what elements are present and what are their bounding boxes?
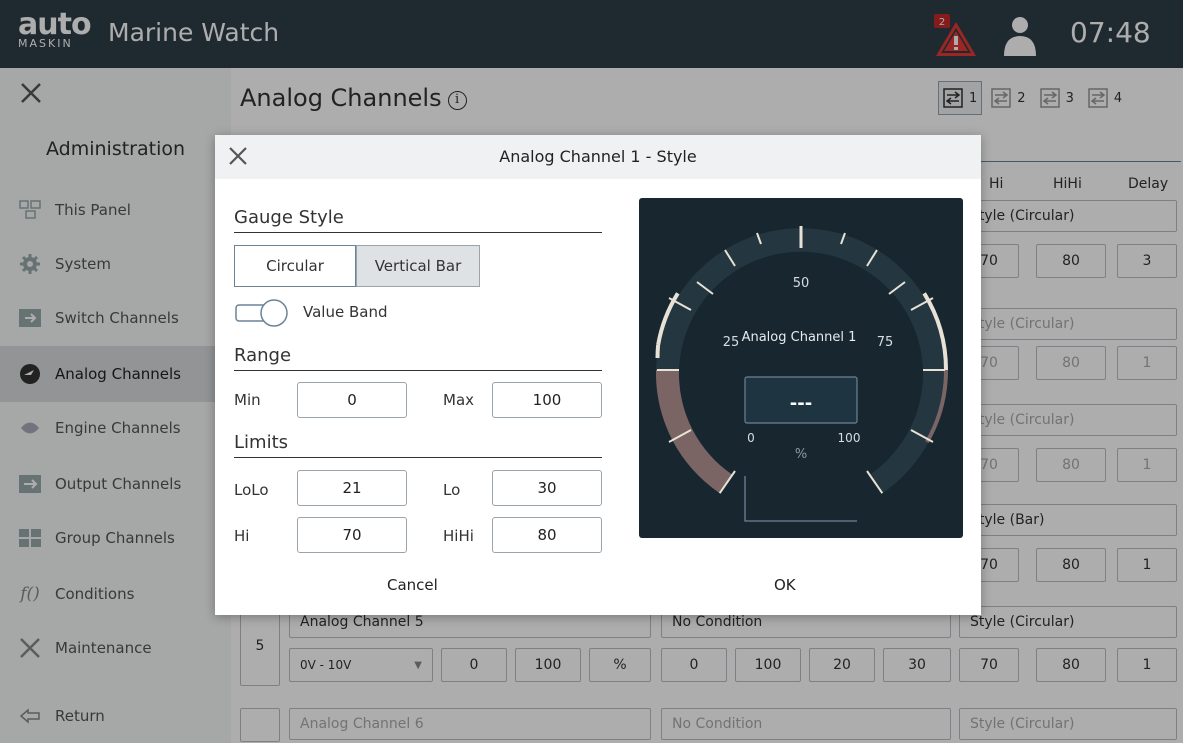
hihi-label: HiHi	[443, 527, 474, 545]
gauge-preview: 50 25 75 0 100 Analog Channel 1 --- %	[639, 198, 963, 538]
lo-input[interactable]: 30	[492, 470, 602, 506]
dialog-title: Analog Channel 1 - Style	[499, 147, 697, 166]
close-icon[interactable]	[227, 145, 249, 167]
min-label: Min	[234, 391, 261, 409]
hi-label: Hi	[234, 527, 250, 545]
circular-gauge: 50 25 75 0 100 Analog Channel 1 --- %	[655, 226, 949, 522]
gauge-style-selector: Circular Vertical Bar	[234, 245, 480, 287]
dialog-header: Analog Channel 1 - Style	[215, 135, 981, 179]
tick-label: 0	[747, 431, 755, 445]
gauge-unit: %	[795, 447, 807, 462]
limits-heading: Limits	[234, 432, 602, 458]
gauge-style-heading: Gauge Style	[234, 207, 602, 233]
vertical-bar-option[interactable]: Vertical Bar	[356, 245, 480, 287]
hi-input[interactable]: 70	[297, 517, 407, 553]
max-label: Max	[443, 391, 475, 409]
lolo-label: LoLo	[234, 481, 269, 499]
max-input[interactable]: 100	[492, 382, 602, 418]
tick-label: 75	[877, 335, 894, 350]
cancel-button[interactable]: Cancel	[387, 576, 438, 594]
lolo-input[interactable]: 21	[297, 470, 407, 506]
value-band-label: Value Band	[303, 303, 388, 321]
gauge-channel-name: Analog Channel 1	[742, 330, 857, 345]
gauge-value: ---	[790, 393, 812, 414]
tick-label: 100	[838, 431, 861, 445]
lo-label: Lo	[443, 481, 461, 499]
hihi-input[interactable]: 80	[492, 517, 602, 553]
circular-option[interactable]: Circular	[234, 245, 356, 287]
tick-label: 25	[723, 335, 740, 350]
style-dialog: Analog Channel 1 - Style Gauge Style Cir…	[215, 135, 981, 615]
range-heading: Range	[234, 345, 602, 371]
min-input[interactable]: 0	[297, 382, 407, 418]
value-band-toggle[interactable]	[234, 299, 292, 327]
tick-label: 50	[793, 276, 810, 291]
ok-button[interactable]: OK	[774, 576, 796, 594]
